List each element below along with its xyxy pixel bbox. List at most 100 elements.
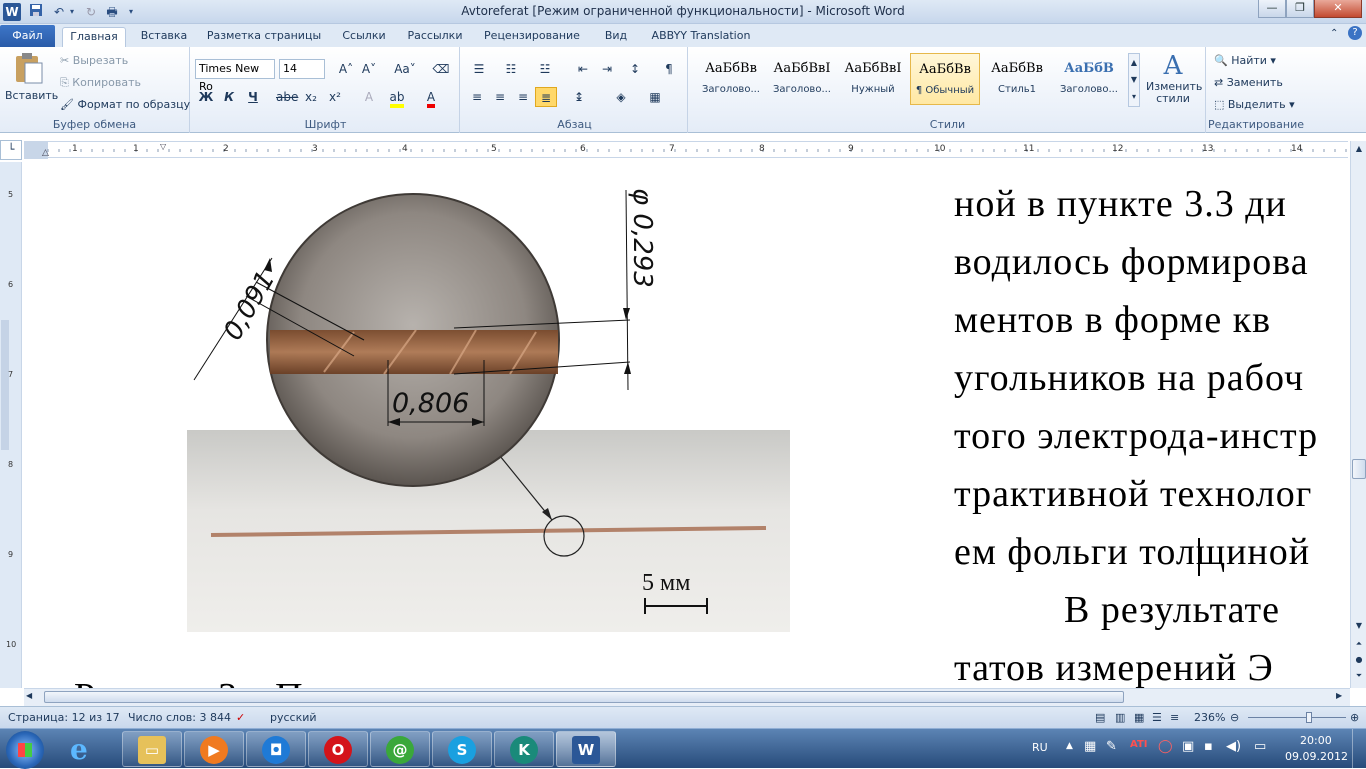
style-heading1[interactable]: АаБбВв Заголово... (696, 53, 766, 105)
font-size-combo[interactable]: 14 (279, 59, 325, 79)
tab-home[interactable]: Главная (62, 27, 126, 47)
draft-icon[interactable]: ≡ (1170, 711, 1179, 724)
justify-icon[interactable]: ≣ (535, 87, 557, 107)
volume-icon[interactable]: ◀) (1226, 739, 1241, 754)
print-layout-icon[interactable]: ▤ (1095, 711, 1105, 724)
shrink-font-button[interactable]: A˅ (358, 59, 380, 79)
language-indicator[interactable]: русский (270, 711, 317, 724)
underline-button[interactable]: Ч (242, 87, 264, 107)
zoom-level[interactable]: 236% (1194, 711, 1225, 724)
tray-network-icon[interactable]: ▣ (1182, 739, 1194, 754)
vscroll-thumb[interactable] (1352, 459, 1366, 479)
zoom-out-icon[interactable]: ⊖ (1230, 711, 1239, 724)
change-case-button[interactable]: Aa˅ (390, 59, 420, 79)
subscript-button[interactable]: x₂ (300, 87, 322, 107)
paste-icon[interactable] (12, 51, 46, 85)
show-desktop-button[interactable] (1352, 729, 1366, 769)
clear-formatting-icon[interactable]: ⌫ (430, 59, 452, 79)
taskbar-skype[interactable]: S (432, 731, 492, 767)
paste-button[interactable]: Вставить (5, 89, 58, 102)
line-spacing-icon[interactable]: ↨ (568, 87, 590, 107)
tray-opera-icon[interactable]: ◯ (1158, 739, 1173, 754)
vertical-scrollbar[interactable]: ▲ ▼ ⏶ ● ⏷ (1350, 141, 1366, 688)
word-count[interactable]: Число слов: 3 844 (128, 711, 231, 724)
tab-view[interactable]: Вид (596, 27, 636, 47)
decrease-indent-icon[interactable]: ⇤ (572, 59, 594, 79)
minimize-button[interactable]: — (1258, 0, 1286, 18)
scroll-down-icon[interactable]: ▼ (1352, 621, 1366, 637)
tray-device-icon[interactable]: ▪ (1204, 739, 1213, 754)
replace-button[interactable]: ⇄ Заменить (1214, 76, 1283, 89)
style-needed[interactable]: АаБбВвI Нужный (838, 53, 908, 105)
change-styles-button[interactable]: A Изменить стили (1146, 51, 1202, 113)
next-page-icon[interactable]: ⏷ (1352, 671, 1366, 685)
styles-scroll[interactable]: ▲ ▼ ▾ (1128, 53, 1140, 107)
copy-button[interactable]: ⎘ Копировать (60, 76, 141, 90)
style-normal[interactable]: АаБбВв ¶ Обычный (910, 53, 980, 105)
tab-page-layout[interactable]: Разметка страницы (204, 27, 324, 47)
style-heading3[interactable]: АаБбВ Заголово... (1054, 53, 1124, 105)
bullets-icon[interactable]: ☰ (468, 59, 490, 79)
select-button[interactable]: ⬚ Выделить ▾ (1214, 98, 1295, 111)
zoom-in-icon[interactable]: ⊕ (1350, 711, 1359, 724)
close-button[interactable]: ✕ (1314, 0, 1362, 18)
horizontal-scrollbar[interactable]: ◀ ▶ (24, 688, 1350, 706)
tab-insert[interactable]: Вставка (136, 27, 192, 47)
tab-review[interactable]: Рецензирование (478, 27, 586, 47)
tab-mailings[interactable]: Рассылки (402, 27, 468, 47)
tab-abbyy-translation[interactable]: ABBYY Translation (646, 27, 756, 47)
find-button[interactable]: 🔍 Найти ▾ (1214, 54, 1276, 67)
left-indent-marker[interactable]: △ (42, 148, 49, 158)
multilevel-list-icon[interactable]: ☳ (534, 59, 556, 79)
clock-date[interactable]: 09.09.2012 (1285, 750, 1348, 763)
scroll-right-icon[interactable]: ▶ (1336, 691, 1342, 700)
help-icon[interactable]: ? (1348, 26, 1362, 40)
increase-indent-icon[interactable]: ⇥ (596, 59, 618, 79)
taskbar-opera[interactable]: O (308, 731, 368, 767)
internet-explorer-icon[interactable]: e (70, 733, 88, 766)
browse-object-icon[interactable]: ● (1352, 655, 1366, 669)
strikethrough-button[interactable]: abe (276, 87, 298, 107)
restore-button[interactable]: ❐ (1286, 0, 1314, 18)
scroll-up-icon[interactable]: ▲ (1352, 141, 1366, 157)
zoom-slider-thumb[interactable] (1306, 712, 1312, 723)
prev-page-icon[interactable]: ⏶ (1352, 639, 1366, 653)
proofing-icon[interactable]: ✓ (236, 711, 245, 724)
outline-icon[interactable]: ☰ (1152, 711, 1162, 724)
tray-app-icon[interactable]: ▦ (1084, 739, 1096, 754)
taskbar-mail-agent[interactable]: @ (370, 731, 430, 767)
document-area[interactable]: 0,091 φ 0,293 0,806 5 мм ной в пункте 3.… (24, 160, 1350, 688)
clock-time[interactable]: 20:00 (1300, 734, 1332, 747)
taskbar-media[interactable]: ▶ (184, 731, 244, 767)
align-center-icon[interactable]: ≡ (489, 87, 511, 107)
scroll-left-icon[interactable]: ◀ (26, 691, 32, 700)
borders-icon[interactable]: ▦ (644, 87, 666, 107)
page-indicator[interactable]: Страница: 12 из 17 (8, 711, 120, 724)
vertical-ruler[interactable]: 5 6 7 8 9 10 (0, 162, 22, 688)
tab-file[interactable]: Файл (0, 25, 55, 47)
tray-tool-icon[interactable]: ✎ (1106, 739, 1117, 754)
tray-ati-icon[interactable]: ATI (1130, 739, 1148, 750)
numbering-icon[interactable]: ☷ (500, 59, 522, 79)
cut-button[interactable]: ✂ Вырезать (60, 54, 128, 67)
style-heading2[interactable]: АаБбВвI Заголово... (767, 53, 837, 105)
taskbar-explorer[interactable]: ▭ (122, 731, 182, 767)
font-name-combo[interactable]: Times New Ro (195, 59, 275, 93)
start-button[interactable] (6, 731, 44, 769)
hscroll-thumb[interactable] (44, 691, 1124, 703)
taskbar-network-app[interactable]: ◘ (246, 731, 306, 767)
sort-icon[interactable]: ↕ (624, 59, 646, 79)
format-painter-button[interactable]: 🖌 Формат по образцу (60, 98, 190, 111)
first-line-indent-marker[interactable]: ▽ (160, 142, 166, 151)
italic-button[interactable]: К (218, 87, 240, 107)
input-language[interactable]: RU (1032, 741, 1048, 754)
text-effects-icon[interactable]: A (358, 87, 380, 107)
tab-selector[interactable]: └ (0, 140, 22, 160)
font-color-icon[interactable]: A (420, 87, 442, 108)
web-layout-icon[interactable]: ▦ (1134, 711, 1144, 724)
taskbar-word[interactable]: W (556, 731, 616, 767)
tray-expand-icon[interactable]: ▲ (1066, 741, 1073, 751)
full-screen-reading-icon[interactable]: ▥ (1115, 711, 1125, 724)
taskbar-kaspersky[interactable]: K (494, 731, 554, 767)
grow-font-button[interactable]: A˄ (335, 59, 357, 79)
